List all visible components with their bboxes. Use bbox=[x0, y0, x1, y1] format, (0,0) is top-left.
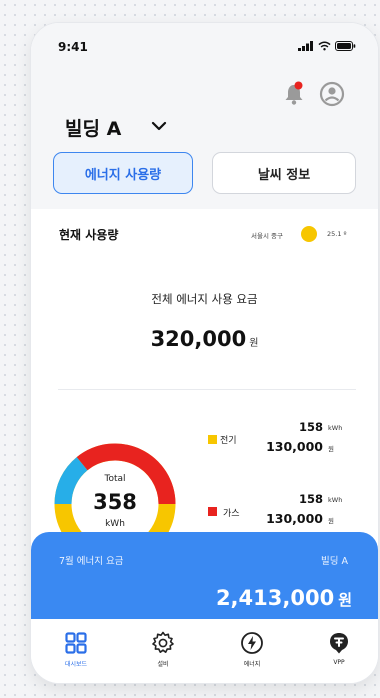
tab-equipment[interactable]: 설비 bbox=[133, 631, 193, 668]
tab-energy[interactable]: 에너지 bbox=[222, 631, 282, 668]
legend-gas-label: 가스 bbox=[223, 509, 240, 519]
section-divider bbox=[58, 389, 356, 390]
total-fee-amount: 320,000 원 bbox=[31, 327, 378, 351]
battery-icon bbox=[335, 41, 356, 51]
donut-total-value: 358 bbox=[93, 490, 137, 514]
tab-dashboard[interactable]: 대시보드 bbox=[46, 631, 106, 668]
gear-icon bbox=[152, 631, 174, 653]
electricity-won-unit: 원 bbox=[328, 445, 334, 453]
donut-total-label: Total bbox=[104, 474, 126, 484]
legend-electricity-swatch bbox=[208, 435, 217, 444]
tab-vpp-label: VPP bbox=[333, 659, 345, 666]
vpp-icon bbox=[330, 633, 348, 654]
status-icons bbox=[298, 41, 356, 51]
grid-icon bbox=[65, 632, 87, 654]
monthly-bill-title: 7월 에너지 요금 bbox=[59, 556, 124, 567]
tab-energy-usage[interactable]: 에너지 사용량 bbox=[53, 152, 193, 194]
legend-gas-swatch bbox=[208, 507, 217, 516]
gas-won-unit: 원 bbox=[328, 517, 334, 525]
donut-unit-label: kWh bbox=[105, 519, 125, 529]
tab-equipment-label: 설비 bbox=[157, 661, 169, 668]
current-usage-title: 현재 사용량 bbox=[59, 228, 119, 242]
temperature-label: 25.1 º bbox=[327, 230, 347, 238]
electricity-won-value: 130,000 bbox=[266, 439, 323, 454]
status-time: 9:41 bbox=[58, 40, 88, 54]
monthly-bill-unit: 원 bbox=[338, 591, 352, 609]
electricity-kwh-unit: kWh bbox=[328, 424, 343, 432]
wifi-icon bbox=[318, 41, 331, 51]
tab-weather-info[interactable]: 날씨 정보 bbox=[212, 152, 356, 194]
profile-icon[interactable] bbox=[319, 81, 345, 107]
total-fee-value: 320,000 bbox=[150, 327, 247, 351]
chevron-down-icon[interactable] bbox=[151, 120, 167, 132]
tab-vpp[interactable]: VPP bbox=[309, 631, 369, 666]
total-fee-unit: 원 bbox=[249, 338, 259, 349]
tab-dashboard-label: 대시보드 bbox=[64, 661, 88, 668]
monthly-bill-sheet[interactable]: 7월 에너지 요금 빌딩 A 2,413,000 원 bbox=[31, 532, 378, 628]
bottom-tab-bar: 대시보드 설비 에너지 VPP bbox=[31, 619, 378, 683]
monthly-bill-building: 빌딩 A bbox=[321, 556, 348, 567]
legend-electricity-label: 전기 bbox=[220, 436, 237, 446]
gas-kwh-unit: kWh bbox=[328, 496, 343, 504]
monthly-bill-amount: 2,413,000 원 bbox=[216, 586, 352, 610]
monthly-bill-value: 2,413,000 bbox=[215, 586, 335, 610]
tab-energy-label: 에너지 bbox=[243, 661, 261, 668]
bolt-icon bbox=[241, 632, 263, 654]
notification-bell-icon[interactable] bbox=[283, 81, 305, 107]
sun-icon bbox=[301, 226, 317, 242]
gas-won-value: 130,000 bbox=[266, 511, 323, 526]
signal-icon bbox=[298, 41, 313, 51]
electricity-kwh-value: 158 bbox=[298, 420, 323, 434]
location-label: 서울시 중구 bbox=[251, 232, 283, 240]
gas-kwh-value: 158 bbox=[298, 492, 323, 506]
total-fee-label: 전체 에너지 사용 요금 bbox=[151, 292, 258, 306]
building-selector-title[interactable]: 빌딩 A bbox=[65, 114, 121, 141]
phone-frame: 9:41 빌딩 A 에너지 사용량 날씨 정보 현재 사용량 서울시 중구 25… bbox=[31, 23, 378, 683]
